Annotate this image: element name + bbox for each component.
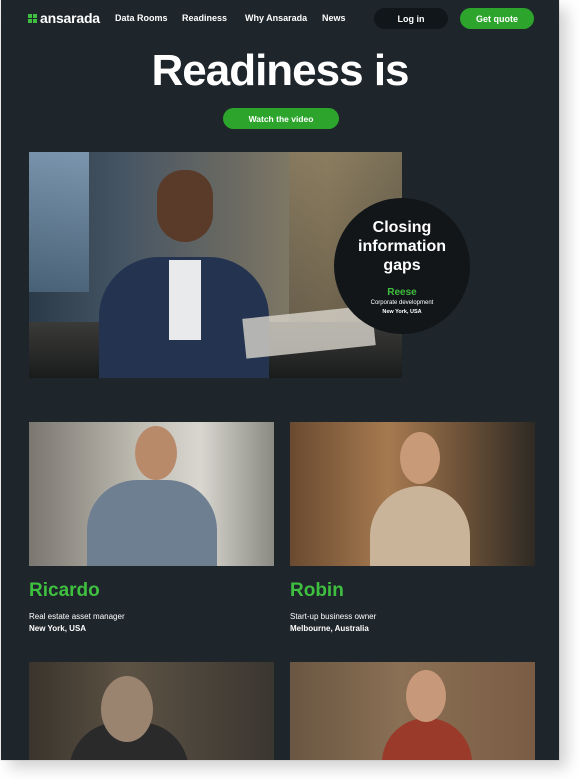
person-photo-robin[interactable] xyxy=(290,422,535,566)
watch-video-button[interactable]: Watch the video xyxy=(223,108,339,129)
person-photo[interactable] xyxy=(290,662,535,760)
nav-link-readiness[interactable]: Readiness xyxy=(182,13,227,23)
feature-bubble: Closing information gaps Reese Corporate… xyxy=(334,198,470,334)
person-location: New York, USA xyxy=(29,624,87,633)
get-quote-button[interactable]: Get quote xyxy=(460,8,534,29)
login-button[interactable]: Log in xyxy=(374,8,448,29)
nav-link-data-rooms[interactable]: Data Rooms xyxy=(115,13,168,23)
person-name[interactable]: Robin xyxy=(290,580,344,602)
person-photo-ricardo[interactable] xyxy=(29,422,274,566)
feature-name: Reese xyxy=(387,287,417,298)
feature-role: Corporate development xyxy=(370,300,434,306)
feature-headline: Closing information gaps xyxy=(358,219,446,274)
ansarada-logo-icon xyxy=(28,13,37,23)
person-role: Real estate asset manager xyxy=(29,612,125,621)
brand-name: ansarada xyxy=(40,10,100,26)
person-role: Start-up business owner xyxy=(290,612,377,621)
hero-title: Readiness is xyxy=(151,46,409,95)
nav-link-why-ansarada[interactable]: Why Ansarada xyxy=(245,13,307,23)
person-name[interactable]: Ricardo xyxy=(29,580,100,602)
nav-link-news[interactable]: News xyxy=(322,13,346,23)
person-photo[interactable] xyxy=(29,662,274,760)
person-location: Melbourne, Australia xyxy=(290,624,369,633)
brand-logo[interactable]: ansarada xyxy=(28,10,100,26)
page: ansarada Data Rooms Readiness Why Ansara… xyxy=(1,0,559,760)
feature-location: New York, USA xyxy=(382,309,422,315)
top-nav: ansarada Data Rooms Readiness Why Ansara… xyxy=(1,0,559,38)
